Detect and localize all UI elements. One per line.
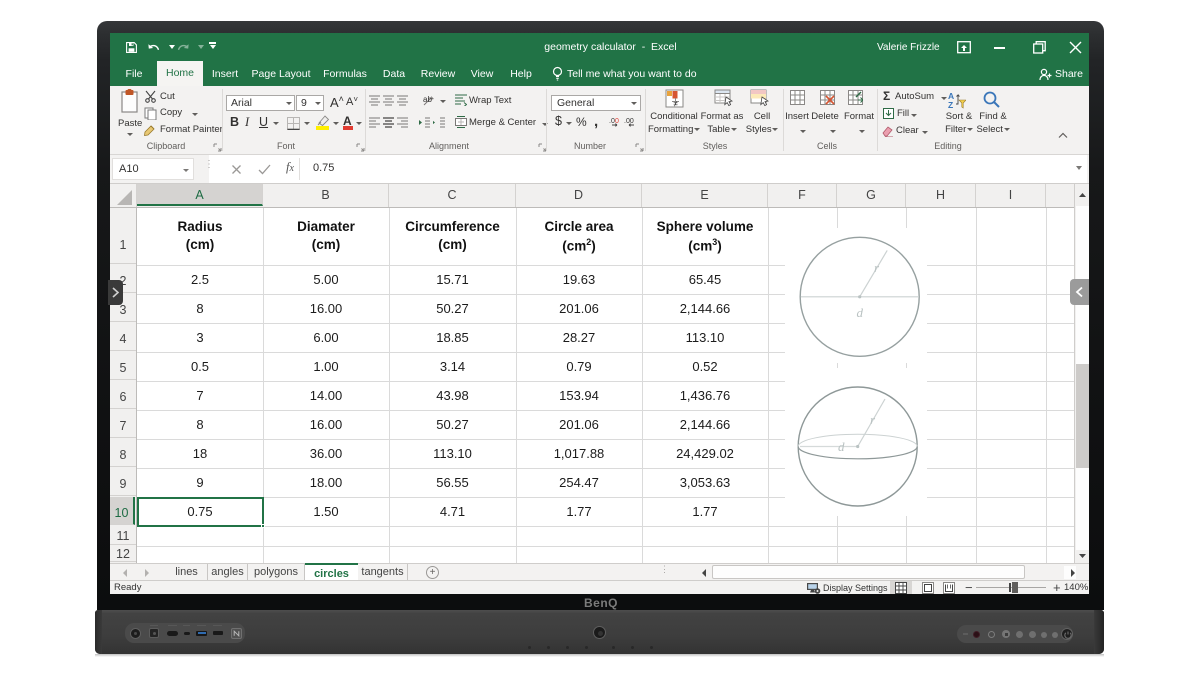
svg-text:Z: Z [948,100,953,109]
svg-text:ab: ab [423,95,432,104]
svg-text:d: d [857,305,864,320]
svg-text:≠: ≠ [674,100,679,109]
svg-text:d: d [838,439,845,454]
svg-text:.00: .00 [624,118,634,125]
